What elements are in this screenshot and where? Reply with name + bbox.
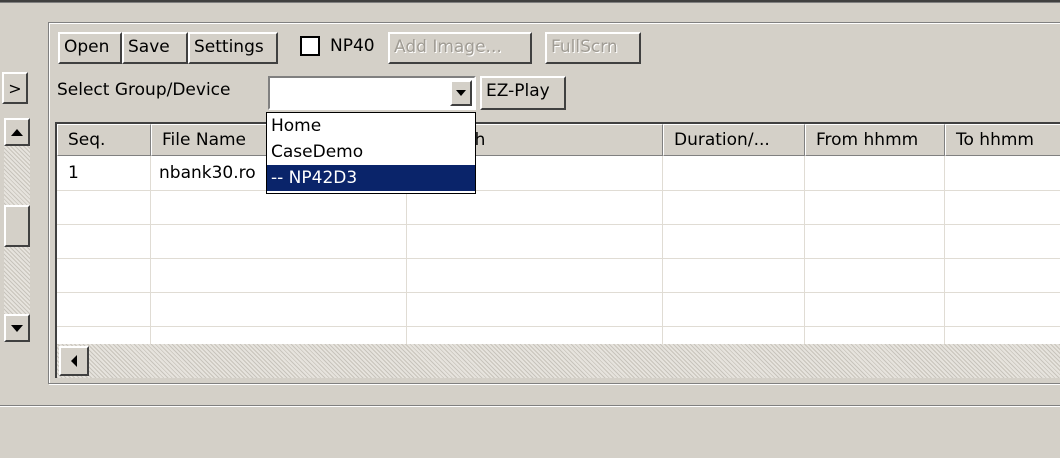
left-scroll-thumb[interactable] (4, 205, 30, 247)
column-header-duration[interactable]: Duration/... (663, 124, 805, 156)
chevron-down-icon (456, 90, 466, 96)
grid-line (944, 156, 945, 344)
fullscrn-button[interactable]: FullScrn (545, 32, 641, 64)
select-group-device-label: Select Group/Device (57, 80, 231, 100)
window-top-border-shadow (0, 2, 1060, 3)
grid-line (57, 190, 1060, 191)
add-image-button[interactable]: Add Image... (388, 32, 532, 64)
horizontal-scrollbar[interactable] (57, 344, 1060, 378)
grid-line (57, 326, 1060, 327)
scroll-down-button[interactable] (4, 314, 30, 342)
grid-line (57, 292, 1060, 293)
cell-file-name: nbank30.ro (159, 163, 256, 183)
expand-panel-label: > (8, 78, 22, 98)
dropdown-option-np42d3[interactable]: -- NP42D3 (267, 165, 475, 191)
dropdown-option-casedemo[interactable]: CaseDemo (267, 139, 475, 165)
status-separator-highlight (0, 406, 1060, 407)
combobox-dropdown-button[interactable] (450, 80, 472, 106)
scroll-up-button[interactable] (4, 118, 30, 146)
cell-seq: 1 (68, 163, 79, 183)
ez-play-button[interactable]: EZ-Play (480, 76, 566, 110)
playlist-table: Seq. File Name th Duration/... From hhmm… (55, 122, 1060, 378)
scroll-left-button[interactable] (59, 346, 89, 376)
grid-line (57, 258, 1060, 259)
arrow-up-icon (11, 128, 23, 136)
expand-panel-button[interactable]: > (2, 72, 28, 104)
group-device-dropdown-list: Home CaseDemo -- NP42D3 (266, 112, 476, 194)
left-panel-strip: > (0, 0, 40, 390)
np40-checkbox[interactable] (300, 36, 320, 56)
column-header-seq[interactable]: Seq. (57, 124, 151, 156)
arrow-left-icon (71, 355, 77, 367)
grid-line (662, 156, 663, 344)
open-button[interactable]: Open (58, 32, 122, 64)
grid-line (150, 156, 151, 344)
group-device-combobox[interactable] (268, 76, 476, 110)
save-button[interactable]: Save (122, 32, 188, 64)
column-header-from-hhmm[interactable]: From hhmm (805, 124, 945, 156)
arrow-down-icon (11, 324, 23, 332)
settings-button[interactable]: Settings (188, 32, 278, 64)
grid-line (57, 224, 1060, 225)
dropdown-option-home[interactable]: Home (267, 113, 475, 139)
grid-line (804, 156, 805, 344)
column-header-to-hhmm[interactable]: To hhmm (945, 124, 1060, 156)
np40-label: NP40 (330, 36, 375, 56)
